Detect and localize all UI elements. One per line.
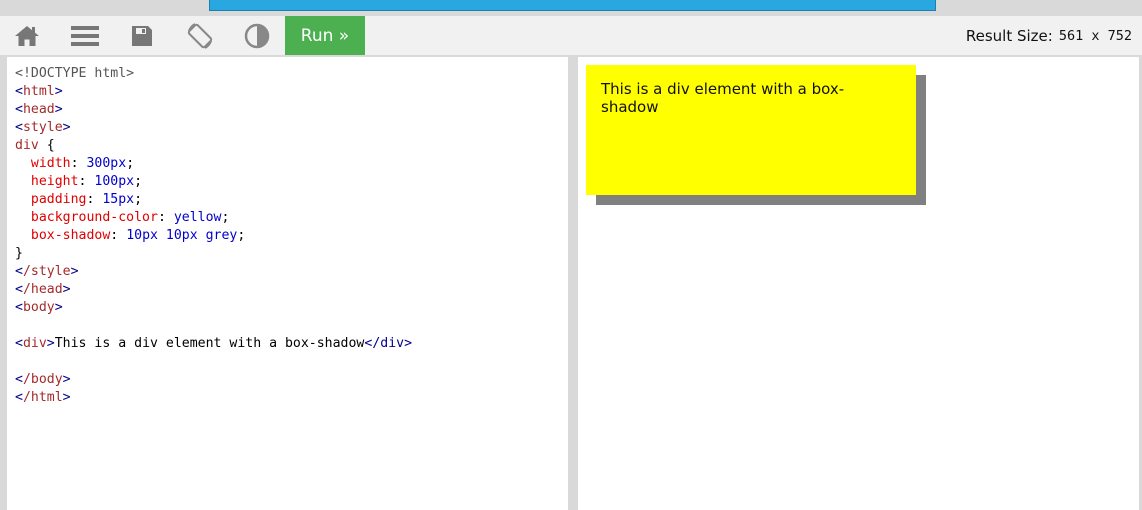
- theme-toggle-button[interactable]: [238, 16, 276, 55]
- home-button[interactable]: [8, 16, 46, 55]
- code-prop-name: padding: [30, 192, 87, 207]
- toolbar: Run » Result Size: 561 x 752: [0, 16, 1142, 55]
- code-text[interactable]: <!DOCTYPE html> <html> <head> <style> di…: [7, 57, 568, 407]
- code-editor[interactable]: <!DOCTYPE html> <html> <head> <style> di…: [7, 57, 568, 510]
- home-icon: [15, 25, 39, 46]
- rotate-button[interactable]: [179, 16, 221, 55]
- code-html-open: html: [22, 84, 55, 99]
- code-prop-value: 100px: [94, 174, 135, 189]
- code-prop-name: background-color: [30, 210, 158, 225]
- run-button[interactable]: Run »: [285, 16, 365, 55]
- code-head-open: head: [22, 102, 55, 117]
- code-style-close: /style: [22, 264, 71, 279]
- code-style-open: style: [22, 120, 63, 135]
- code-prop-value: 300px: [86, 156, 127, 171]
- rotate-icon: [187, 22, 213, 49]
- code-html-close: /html: [22, 390, 63, 405]
- header-stripe: [209, 0, 936, 11]
- code-doctype: <!DOCTYPE html>: [15, 66, 135, 81]
- code-selector: div: [15, 138, 39, 153]
- code-prop-value: 10px 10px grey: [126, 228, 238, 243]
- code-body-close: /body: [22, 372, 63, 387]
- save-button[interactable]: [123, 16, 161, 55]
- result-size-label: Result Size:: [965, 26, 1053, 45]
- code-prop-name: width: [30, 156, 71, 171]
- code-prop-name: box-shadow: [30, 228, 111, 243]
- pane-splitter[interactable]: [568, 57, 578, 510]
- contrast-icon: [244, 23, 270, 48]
- result-size: Result Size: 561 x 752: [966, 16, 1132, 55]
- code-head-close: /head: [22, 282, 63, 297]
- menu-icon: [71, 25, 99, 46]
- result-frame: This is a div element with a box-shadow: [578, 57, 1139, 510]
- code-prop-name: height: [30, 174, 79, 189]
- code-body-open: body: [22, 300, 55, 315]
- code-div-tag: div: [22, 336, 47, 351]
- code-div-close: /div: [372, 336, 405, 351]
- save-icon: [132, 25, 152, 46]
- demo-box-shadow-div: This is a div element with a box-shadow: [586, 65, 916, 195]
- code-prop-value: 15px: [102, 192, 135, 207]
- code-prop-value: yellow: [173, 210, 222, 225]
- menu-button[interactable]: [66, 16, 104, 55]
- result-size-value: 561 x 752: [1058, 27, 1132, 44]
- code-div-text: This is a div element with a box-shadow: [54, 336, 365, 351]
